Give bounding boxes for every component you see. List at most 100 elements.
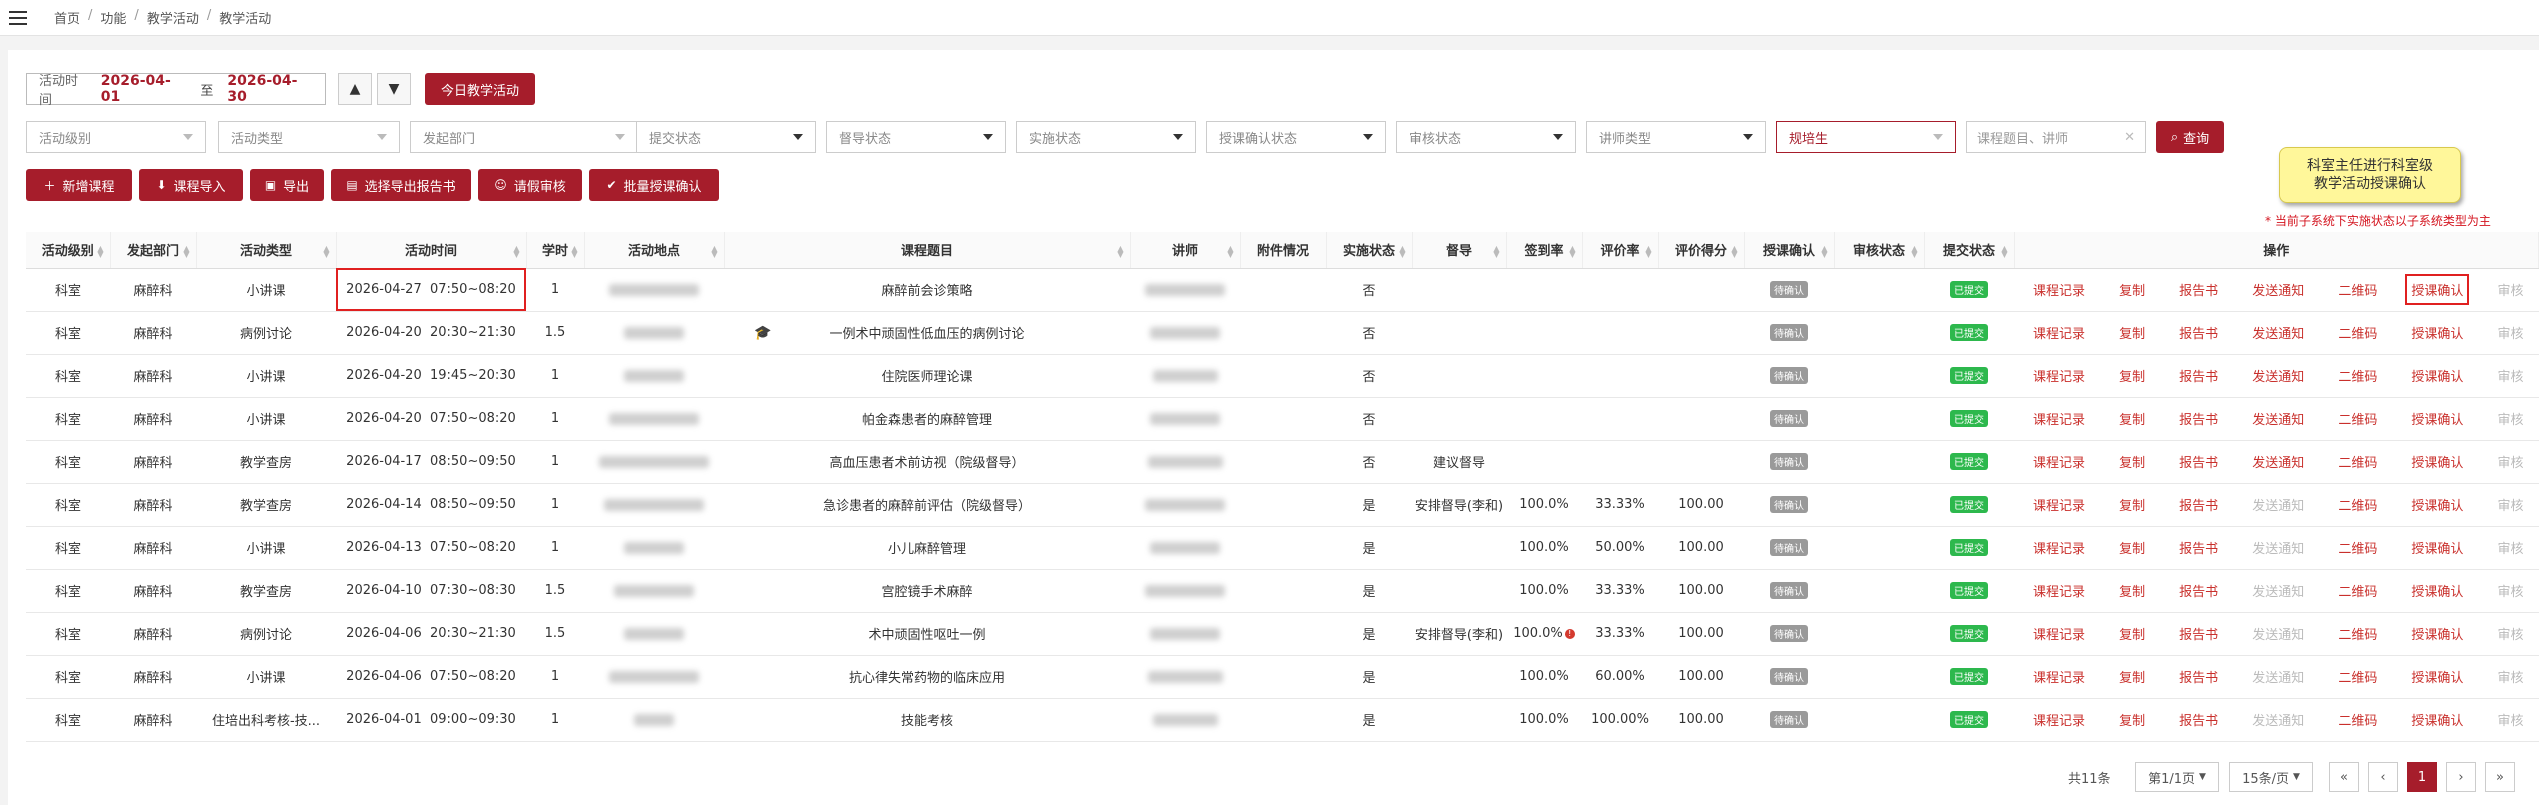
sort-icon[interactable]: ▲ ▼ [2001, 245, 2007, 259]
sort-icon[interactable]: ▲ ▼ [1645, 245, 1651, 259]
sort-icon[interactable]: ▲ ▼ [711, 245, 717, 259]
confirm-teaching-link[interactable]: 授课确认 [2411, 624, 2463, 643]
course-record-link[interactable]: 课程记录 [2033, 624, 2085, 643]
cell-title[interactable]: 技能考核 [724, 698, 1130, 742]
course-record-link[interactable]: 课程记录 [2033, 452, 2085, 471]
copy-link[interactable]: 复制 [2119, 280, 2145, 299]
copy-link[interactable]: 复制 [2119, 667, 2145, 686]
cell-title[interactable]: 住院医师理论课 [724, 354, 1130, 398]
col-type[interactable]: 活动类型 ▲ ▼ [196, 232, 337, 269]
date-range-field[interactable]: 活动时间 2026-04-01 至 2026-04-30 [26, 73, 326, 108]
sort-icon[interactable]: ▲ ▼ [1227, 245, 1233, 259]
qrcode-link[interactable]: 二维码 [2338, 452, 2377, 471]
cell-title[interactable]: 帕金森患者的麻醉管理 [724, 397, 1130, 441]
col-hours[interactable]: 学时 ▲ ▼ [526, 232, 585, 269]
query-button[interactable]: ⌕ 查询 [2156, 121, 2224, 153]
copy-link[interactable]: 复制 [2119, 581, 2145, 600]
date-from[interactable]: 2026-04-01 [101, 73, 187, 105]
send-notice-link[interactable]: 发送通知 [2252, 495, 2304, 514]
report-link[interactable]: 报告书 [2179, 409, 2218, 428]
send-notice-link[interactable]: 发送通知 [2252, 624, 2304, 643]
confirm-teaching-link[interactable]: 授课确认 [2411, 581, 2463, 600]
confirm-teaching-link[interactable]: 授课确认 [2411, 710, 2463, 729]
qrcode-link[interactable]: 二维码 [2338, 495, 2377, 514]
copy-link[interactable]: 复制 [2119, 624, 2145, 643]
send-notice-link[interactable]: 发送通知 [2252, 280, 2304, 299]
copy-link[interactable]: 复制 [2119, 452, 2145, 471]
col-title[interactable]: 课程题目 ▲ ▼ [724, 232, 1131, 269]
cell-title[interactable]: 小儿麻醉管理 [724, 526, 1130, 570]
export-button[interactable]: ▣ 导出 [250, 169, 324, 201]
send-notice-link[interactable]: 发送通知 [2252, 667, 2304, 686]
course-record-link[interactable]: 课程记录 [2033, 667, 2085, 686]
confirm-teaching-link[interactable]: 授课确认 [2411, 667, 2463, 686]
qrcode-link[interactable]: 二维码 [2338, 581, 2377, 600]
col-review[interactable]: 审核状态 ▲ ▼ [1834, 232, 1925, 269]
report-link[interactable]: 报告书 [2179, 710, 2218, 729]
last-page-button[interactable]: » [2485, 762, 2515, 792]
col-eval-score[interactable]: 评价得分 ▲ ▼ [1658, 232, 1745, 269]
next-page-button[interactable]: › [2446, 762, 2476, 792]
add-course-button[interactable]: ＋新增课程 [26, 169, 132, 201]
course-record-link[interactable]: 课程记录 [2033, 495, 2085, 514]
qrcode-link[interactable]: 二维码 [2338, 538, 2377, 557]
qrcode-link[interactable]: 二维码 [2338, 624, 2377, 643]
cell-title[interactable]: 术中顽固性呕吐一例 [724, 612, 1130, 656]
report-link[interactable]: 报告书 [2179, 495, 2218, 514]
submit-status-select[interactable]: 提交状态 [636, 121, 816, 153]
qrcode-link[interactable]: 二维码 [2338, 667, 2377, 686]
col-lecturer[interactable]: 讲师 ▲ ▼ [1130, 232, 1241, 269]
sort-icon[interactable]: ▲ ▼ [1569, 245, 1575, 259]
sort-icon[interactable]: ▲ ▼ [513, 245, 519, 259]
report-link[interactable]: 报告书 [2179, 280, 2218, 299]
confirm-teaching-link[interactable]: 授课确认 [2411, 452, 2463, 471]
qrcode-link[interactable]: 二维码 [2338, 323, 2377, 342]
cell-title[interactable]: 宫腔镜手术麻醉 [724, 569, 1130, 613]
confirm-status-select[interactable]: 授课确认状态 [1206, 121, 1386, 153]
implement-status-select[interactable]: 实施状态 [1016, 121, 1196, 153]
clear-icon[interactable]: ✕ [2124, 130, 2135, 145]
course-record-link[interactable]: 课程记录 [2033, 710, 2085, 729]
course-record-link[interactable]: 课程记录 [2033, 280, 2085, 299]
report-link[interactable]: 报告书 [2179, 667, 2218, 686]
sort-icon[interactable]: ▲ ▼ [1911, 245, 1917, 259]
page-size-select[interactable]: 15条/页 ▼ [2229, 762, 2313, 792]
trainee-select[interactable]: 规培生 [1776, 121, 1956, 153]
confirm-teaching-link[interactable]: 授课确认 [2411, 538, 2463, 557]
report-link[interactable]: 报告书 [2179, 581, 2218, 600]
batch-confirm-button[interactable]: ✔ 批量授课确认 [589, 169, 719, 201]
send-notice-link[interactable]: 发送通知 [2252, 323, 2304, 342]
copy-link[interactable]: 复制 [2119, 409, 2145, 428]
qrcode-link[interactable]: 二维码 [2338, 409, 2377, 428]
cell-title[interactable]: 麻醉前会诊策略 [724, 268, 1130, 312]
next-month-button[interactable]: ▼ [377, 73, 411, 105]
cell-title[interactable]: 高血压患者术前访视（院级督导） [724, 440, 1130, 484]
col-confirm[interactable]: 授课确认 ▲ ▼ [1744, 232, 1835, 269]
review-status-select[interactable]: 审核状态 [1396, 121, 1576, 153]
send-notice-link[interactable]: 发送通知 [2252, 452, 2304, 471]
search-input[interactable]: 课程题目、讲师 ✕ [1966, 121, 2146, 153]
confirm-teaching-link[interactable]: 授课确认 [2405, 274, 2470, 305]
breadcrumb-function[interactable]: 功能 [100, 8, 126, 27]
sort-icon[interactable]: ▲ ▼ [1117, 245, 1123, 259]
report-link[interactable]: 报告书 [2179, 538, 2218, 557]
import-course-button[interactable]: ⬇ 课程导入 [139, 169, 243, 201]
sort-icon[interactable]: ▲ ▼ [1821, 245, 1827, 259]
sort-icon[interactable]: ▲ ▼ [183, 245, 189, 259]
export-report-button[interactable]: ▤ 选择导出报告书 [331, 169, 471, 201]
request-review-button[interactable]: ☺ 请假审核 [478, 169, 582, 201]
send-notice-link[interactable]: 发送通知 [2252, 710, 2304, 729]
today-activities-button[interactable]: 今日教学活动 [425, 73, 535, 105]
cell-title[interactable]: 急诊患者的麻醉前评估（院级督导） [724, 483, 1130, 527]
menu-icon[interactable] [0, 0, 36, 36]
activity-level-select[interactable]: 活动级别 [26, 121, 206, 153]
course-record-link[interactable]: 课程记录 [2033, 323, 2085, 342]
sort-icon[interactable]: ▲ ▼ [1399, 245, 1405, 259]
cell-title[interactable]: 🎓 一例术中顽固性低血压的病例讨论 [724, 311, 1130, 355]
lecturer-type-select[interactable]: 讲师类型 [1586, 121, 1766, 153]
current-page-button[interactable]: 1 [2407, 762, 2437, 792]
col-dept[interactable]: 发起部门 ▲ ▼ [110, 232, 197, 269]
course-record-link[interactable]: 课程记录 [2033, 409, 2085, 428]
sort-icon[interactable]: ▲ ▼ [1731, 245, 1737, 259]
col-implement[interactable]: 实施状态 ▲ ▼ [1326, 232, 1413, 269]
